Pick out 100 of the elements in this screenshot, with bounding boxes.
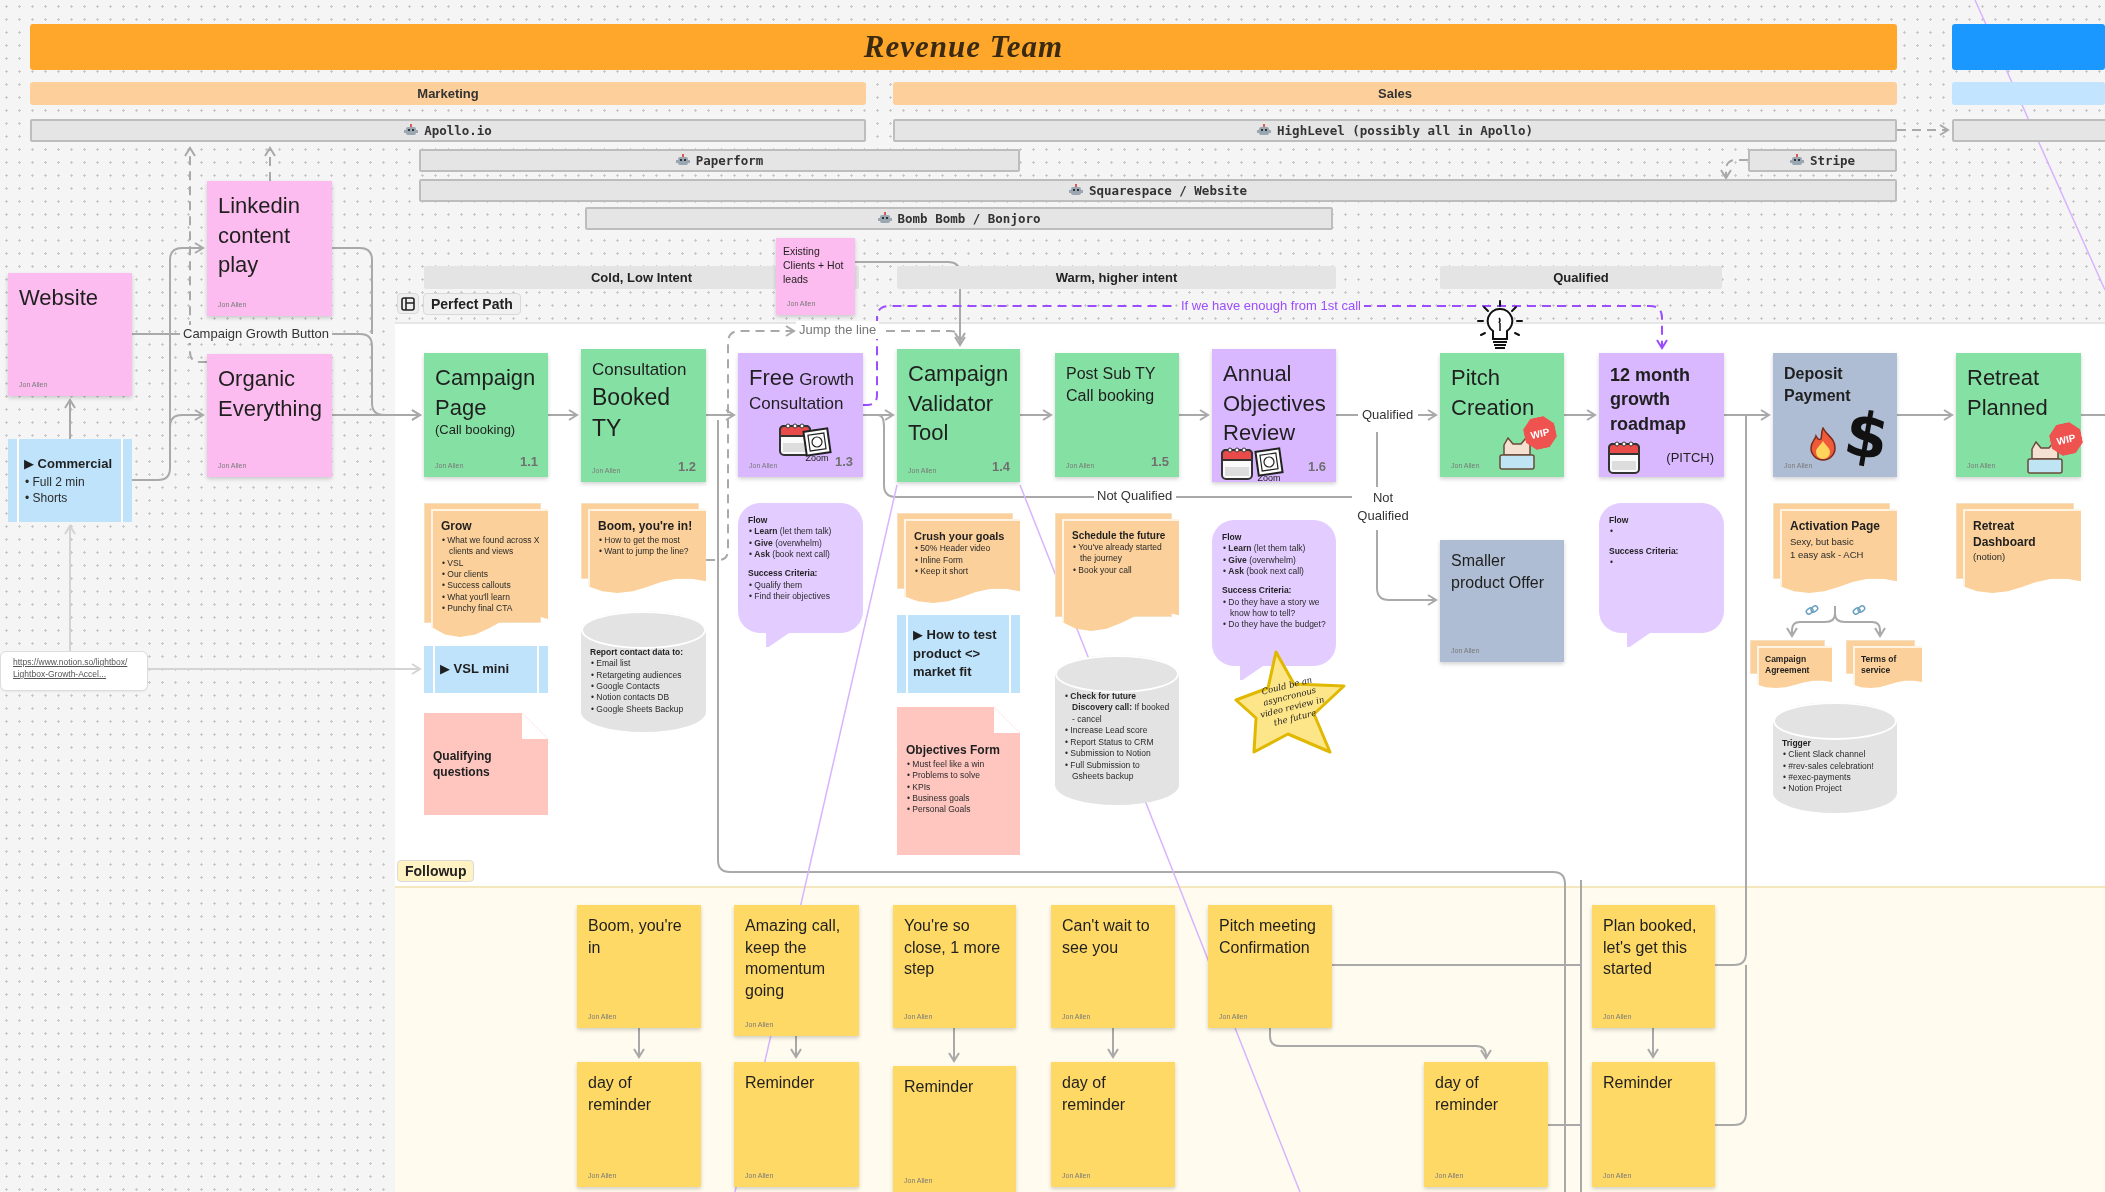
bullet-item: • Do they have the budget? bbox=[1222, 619, 1326, 631]
bullet-item: • Give (overwhelm) bbox=[748, 537, 823, 549]
stage-label: Qualified bbox=[1553, 270, 1609, 285]
note-title: Reminder bbox=[1603, 1073, 1674, 1093]
connector-arrow bbox=[862, 409, 894, 421]
bullet-item: • Check for future Discovery call: If booked - cancel bbox=[1064, 691, 1170, 726]
note-title: Crush your goals bbox=[914, 529, 1006, 544]
robot-icon bbox=[877, 212, 892, 225]
section-label: Perfect Path bbox=[423, 293, 521, 315]
step-number: 1.5 bbox=[1150, 454, 1169, 469]
bullet-item: • Do they have a story we know how to tell? bbox=[1222, 596, 1321, 620]
note-title: Qualifying questions bbox=[433, 749, 493, 781]
bullet-item: • Ask (book next call) bbox=[1222, 566, 1305, 578]
connector-arrow bbox=[1019, 409, 1052, 421]
bullet-item: • Problems to solve bbox=[906, 770, 981, 782]
connector-arrow bbox=[1786, 605, 1836, 637]
bullet-item: • bbox=[1609, 526, 1614, 538]
department-label: Marketing bbox=[417, 86, 479, 101]
bullet-item: • Business goals bbox=[906, 793, 971, 805]
note-line: Sexy, but basic bbox=[1790, 534, 1855, 548]
bullet-item: • Notion Project bbox=[1782, 783, 1843, 795]
bubble-heading: Flow bbox=[1222, 532, 1243, 544]
section-label: Followup bbox=[397, 860, 475, 882]
cat-icon bbox=[1498, 437, 1536, 471]
bullet-item: • Inline Form bbox=[914, 554, 964, 567]
bullet-item: • Learn (let them talk) bbox=[748, 526, 833, 538]
connector-arrow bbox=[1896, 124, 1949, 136]
connector-arrow bbox=[1417, 409, 1437, 421]
tool-label: Bomb Bomb / Bonjoro bbox=[897, 211, 1041, 226]
note-title: Consultation Booked TY bbox=[592, 359, 688, 443]
note-title: Grow bbox=[441, 519, 473, 535]
bullet-item: • How to get the most bbox=[598, 534, 681, 547]
bullet-item: • Qualify them bbox=[748, 579, 804, 591]
note-subtitle: (Call booking) bbox=[435, 422, 517, 438]
bullet-item: • Client Slack channel bbox=[1782, 749, 1867, 761]
connector-arrow bbox=[633, 1027, 645, 1058]
note-title: Campaign Validator Tool bbox=[908, 360, 1009, 448]
video-title: ▶ How to test product <> market fit bbox=[913, 625, 998, 682]
bullet-item: • Full 2 min bbox=[24, 473, 86, 490]
calendar-icon bbox=[1220, 445, 1254, 481]
connector-arrow bbox=[547, 409, 578, 421]
connector-arrow bbox=[1720, 159, 1749, 179]
bullet-item: • Google Sheets Backup bbox=[590, 703, 685, 716]
note-title: Plan booked, let's get this started bbox=[1603, 916, 1698, 980]
portrait-frame-icon bbox=[1254, 447, 1284, 477]
bubble-heading: Success Criteria: bbox=[1222, 585, 1293, 597]
note-title: Reminder bbox=[904, 1077, 975, 1097]
robot-icon bbox=[1789, 154, 1804, 167]
step-number: 1.4 bbox=[991, 459, 1010, 474]
connector-label: Jump the line bbox=[796, 321, 880, 340]
bubble-heading: Success Criteria: bbox=[748, 568, 819, 580]
note-title: Existing Clients + Hot leads bbox=[783, 244, 845, 287]
bullet-item: • Notion contacts DB bbox=[590, 692, 671, 704]
bullet-item: • #exec-payments bbox=[1782, 772, 1852, 784]
board-title: Revenue Team bbox=[863, 29, 1064, 65]
flame-icon bbox=[1809, 427, 1837, 461]
note-title: Annual Objectives Review bbox=[1223, 360, 1325, 448]
bullet-item: • Google Contacts bbox=[590, 681, 661, 693]
bullet-item: • You've already started the journey bbox=[1072, 542, 1163, 565]
connector-arrow bbox=[64, 399, 76, 440]
bullet-item: • Learn (let them talk) bbox=[1222, 543, 1307, 555]
link-icon bbox=[1805, 605, 1819, 615]
bubble-heading: Flow bbox=[1609, 515, 1630, 527]
bullet-item: • Success callouts bbox=[441, 580, 512, 592]
bullet-item: • Punchy final CTA bbox=[441, 603, 514, 615]
connector-line bbox=[1335, 414, 1359, 416]
bullet-item: • Want to jump the line? bbox=[598, 546, 690, 558]
bullet-item: • Give (overwhelm) bbox=[1222, 554, 1297, 566]
note-title: Boom, you're in! bbox=[598, 519, 694, 535]
bubble-heading: Success Criteria: bbox=[1609, 545, 1680, 557]
connector-arrow bbox=[790, 1035, 802, 1058]
note-title: Post Sub TY Call booking bbox=[1066, 364, 1157, 406]
notion-link[interactable]: https://www.notion.so/lightbox/ Lightbox-Growth-Accel... bbox=[13, 657, 141, 681]
note-title: Campaign Agreement bbox=[1765, 654, 1811, 677]
bullet-item: • Ask (book next call) bbox=[748, 549, 831, 561]
note-title: Free Growth Consultation bbox=[749, 364, 852, 415]
tool-label: HighLevel (possibly all in Apollo) bbox=[1277, 123, 1533, 138]
tool-label: Apollo.io bbox=[424, 123, 492, 138]
calendar-icon bbox=[1607, 439, 1641, 475]
tool-label: Paperform bbox=[695, 153, 764, 168]
connector-line bbox=[131, 333, 181, 335]
note-line: (notion) bbox=[1973, 550, 2007, 564]
note-title: Terms of service bbox=[1861, 654, 1898, 677]
department-label: Sales bbox=[1378, 86, 1412, 101]
connector-arrow bbox=[1896, 409, 1953, 421]
note-title: Campaign Page bbox=[435, 364, 537, 422]
link-icon bbox=[1852, 605, 1866, 615]
note-title: Website bbox=[19, 284, 100, 312]
note-subtitle: (PITCH) bbox=[1666, 450, 1714, 465]
portrait-frame-icon bbox=[802, 427, 832, 457]
note-title: You're so close, 1 more step bbox=[904, 916, 1002, 980]
note-title: Can't wait to see you bbox=[1062, 916, 1151, 958]
bullet-item: • 50% Header video bbox=[914, 543, 992, 555]
bullet-item: • Personal Goals bbox=[906, 804, 972, 816]
bullet-item: • Must feel like a win bbox=[906, 758, 986, 771]
note-title: Amazing call, keep the momentum going bbox=[745, 916, 842, 1001]
connector-label: Campaign Growth Button bbox=[180, 325, 332, 344]
connector-arrow bbox=[1723, 409, 1770, 421]
bullet-item: • KPIs bbox=[906, 781, 932, 793]
connector-arrow bbox=[264, 147, 276, 182]
